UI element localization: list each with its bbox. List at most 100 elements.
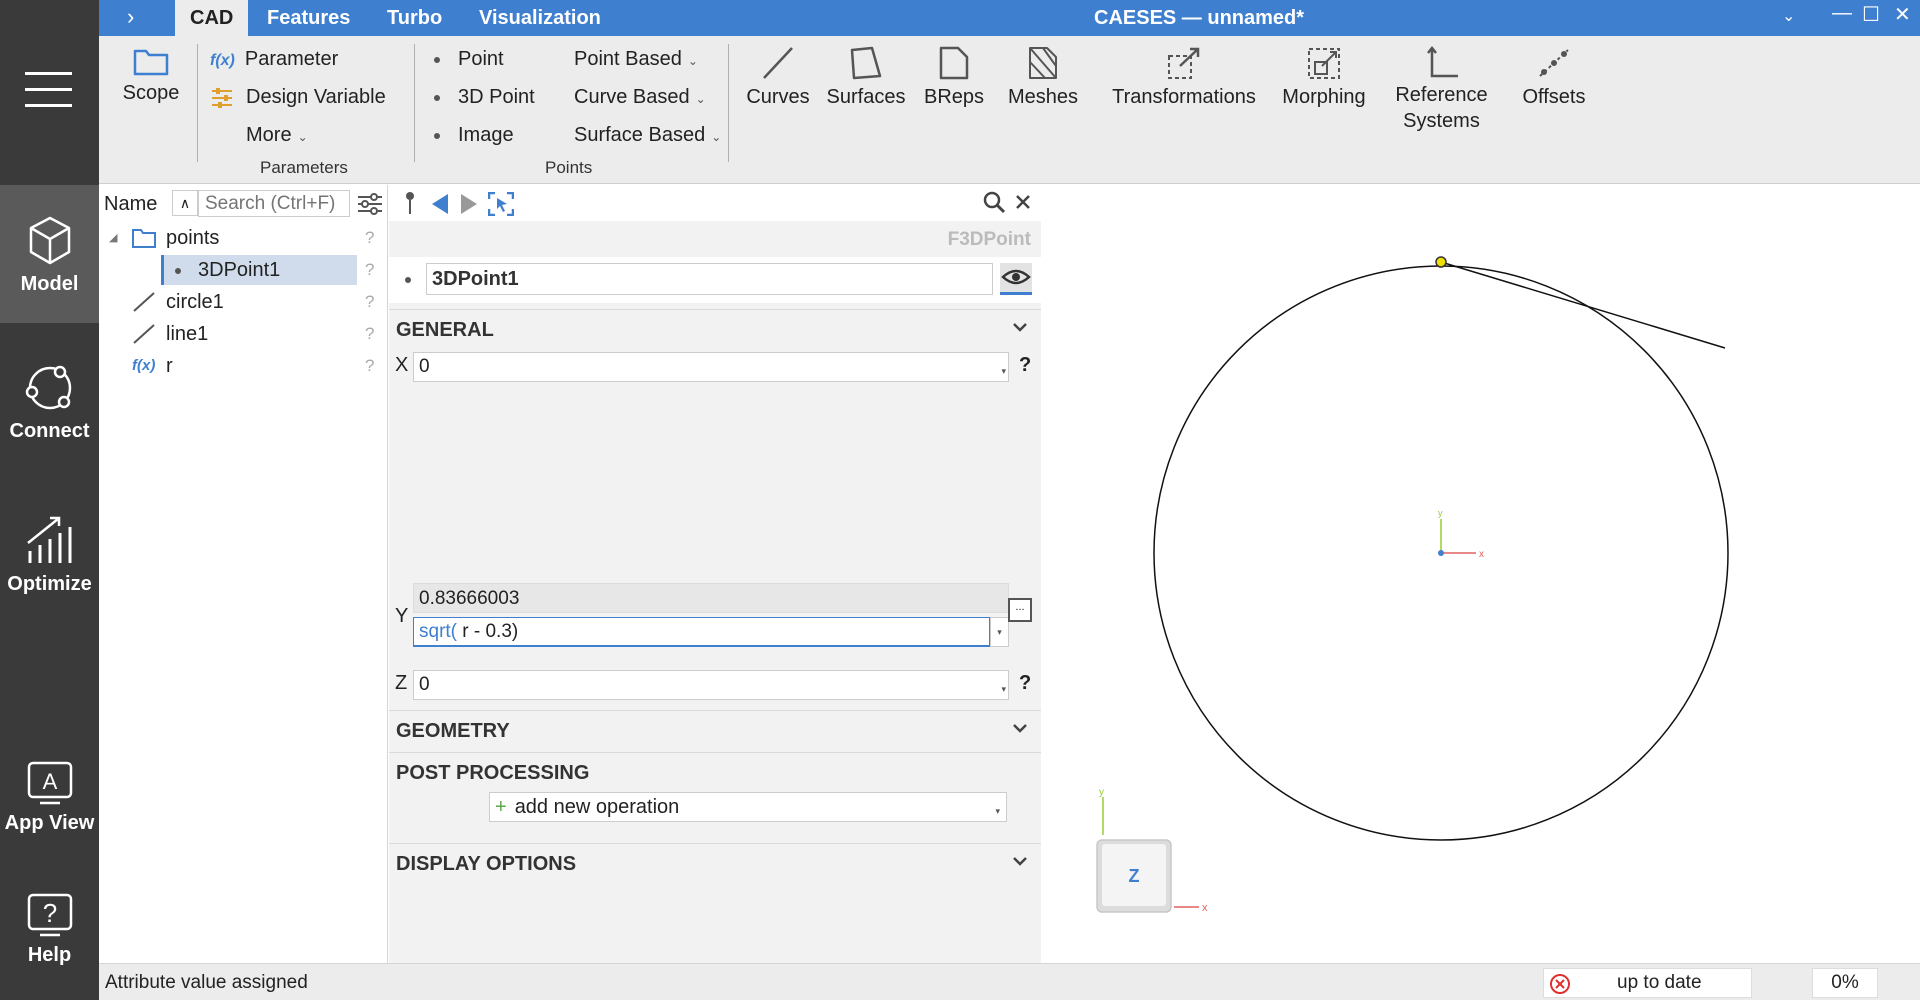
sidebar-item-connect[interactable]: Connect — [0, 340, 99, 478]
chevron-right-icon[interactable]: › — [127, 4, 134, 30]
close-icon[interactable] — [1015, 194, 1031, 210]
object-name-field[interactable] — [426, 263, 993, 295]
select-in-view-icon[interactable] — [488, 192, 514, 216]
viewport-canvas[interactable]: y x y x Z — [1042, 185, 1920, 963]
x-value-field[interactable]: 0 ▾ — [413, 352, 1009, 382]
hamburger-menu-icon[interactable] — [25, 72, 72, 108]
fx-icon: f(x) — [210, 52, 235, 69]
tree-item-r[interactable]: f(x) r ? — [99, 351, 387, 381]
tree-collapse-icon[interactable]: ◢ — [109, 223, 117, 253]
tab-features[interactable]: Features — [252, 0, 365, 36]
tab-cad[interactable]: CAD — [175, 0, 249, 36]
tree-item-points[interactable]: ◢ points ? — [99, 223, 387, 253]
chevron-down-icon[interactable] — [1011, 318, 1029, 336]
curves-button[interactable]: Curves — [739, 46, 817, 109]
tree-item-3dpoint1[interactable]: 3DPoint1 ? — [99, 255, 387, 285]
expression-editor-button[interactable]: ... — [1008, 598, 1032, 622]
breps-button[interactable]: BReps — [922, 46, 986, 109]
more-dropdown[interactable]: More ⌄ — [246, 124, 308, 147]
close-button[interactable]: ✕ — [1894, 2, 1911, 27]
divider — [728, 44, 729, 162]
help-icon[interactable]: ? — [365, 223, 374, 253]
chevron-down-icon[interactable]: ▾ — [1001, 357, 1006, 385]
curve-icon — [133, 324, 155, 344]
help-icon[interactable]: ? — [365, 255, 374, 285]
visibility-toggle[interactable] — [1000, 263, 1032, 295]
properties-panel: F3DPoint GENERAL X 0 ▾ ? Y 0.83666003 sq… — [389, 185, 1041, 963]
chevron-down-icon[interactable]: ▾ — [990, 617, 1009, 647]
chevron-down-icon[interactable]: ⌄ — [1782, 6, 1795, 26]
sidebar-item-optimize[interactable]: Optimize — [0, 495, 99, 633]
tab-visualization[interactable]: Visualization — [464, 0, 616, 36]
point-based-dropdown[interactable]: Point Based ⌄ — [574, 48, 698, 71]
help-icon[interactable]: ? — [365, 287, 374, 317]
origin-y-label: y — [1438, 508, 1443, 518]
offsets-button[interactable]: Offsets — [1509, 46, 1599, 109]
3d-viewport[interactable]: y x y x Z — [1042, 185, 1920, 963]
status-message: Attribute value assigned — [105, 972, 308, 993]
help-icon[interactable]: ? — [1019, 354, 1031, 377]
curve-icon — [133, 292, 155, 312]
chevron-down-icon[interactable]: ▾ — [1001, 675, 1006, 703]
transformations-button[interactable]: Transformations — [1104, 46, 1264, 109]
parameter-button[interactable]: f(x) Parameter — [210, 48, 338, 71]
sidebar-item-app-view[interactable]: A App View — [0, 740, 99, 878]
point-icon — [434, 132, 440, 139]
forward-arrow-icon[interactable] — [460, 193, 478, 215]
help-icon[interactable]: ? — [365, 319, 374, 349]
z-value-field[interactable]: 0 ▾ — [413, 670, 1009, 700]
add-operation-dropdown[interactable]: + add new operation ▾ — [489, 792, 1007, 822]
y-result-display: 0.83666003 — [413, 583, 1009, 613]
y-expression-field[interactable]: sqrt( r - 0.3) — [413, 617, 990, 647]
point-icon — [434, 94, 440, 101]
update-status-label: up to date — [1617, 972, 1702, 993]
pin-icon[interactable] — [404, 191, 416, 215]
chevron-down-icon[interactable] — [1011, 719, 1029, 737]
chevron-down-icon[interactable]: ▾ — [995, 797, 1000, 825]
sidebar-item-model[interactable]: Model — [0, 185, 99, 323]
filter-settings-icon[interactable] — [357, 193, 383, 215]
maximize-button[interactable]: ☐ — [1862, 2, 1880, 27]
surfaces-button[interactable]: Surfaces — [824, 46, 908, 109]
morphing-button[interactable]: Morphing — [1277, 46, 1371, 109]
section-geometry[interactable]: GEOMETRY — [389, 710, 1041, 750]
3d-point-button[interactable]: 3D Point — [434, 86, 535, 109]
z-label: Z — [395, 672, 408, 694]
search-input[interactable] — [198, 190, 350, 217]
tree-item-circle1[interactable]: circle1 ? — [99, 287, 387, 317]
reference-systems-button[interactable]: Reference Systems — [1384, 46, 1499, 134]
tree-item-label: line1 — [166, 323, 209, 345]
plus-icon: + — [495, 796, 507, 818]
design-variable-button[interactable]: Design Variable — [210, 86, 386, 109]
tree-item-line1[interactable]: line1 ? — [99, 319, 387, 349]
tab-turbo[interactable]: Turbo — [372, 0, 457, 36]
axes-icon — [1426, 46, 1458, 78]
sidebar-item-label: Optimize — [7, 573, 92, 595]
point-button[interactable]: Point — [434, 48, 504, 71]
divider — [414, 44, 415, 162]
curve-based-dropdown[interactable]: Curve Based ⌄ — [574, 86, 706, 109]
scope-button[interactable]: Scope — [121, 46, 181, 105]
sidebar-item-help[interactable]: ? Help — [0, 878, 99, 1000]
chevron-down-icon[interactable] — [1011, 852, 1029, 870]
help-icon[interactable]: ? — [365, 351, 374, 381]
tree-header-name: Name — [104, 193, 158, 215]
section-general[interactable]: GENERAL — [389, 309, 1041, 349]
line1-curve[interactable] — [1440, 261, 1726, 349]
image-button[interactable]: Image — [434, 124, 514, 147]
progress-indicator: 0% — [1812, 968, 1878, 998]
search-icon[interactable] — [982, 190, 1006, 214]
back-arrow-icon[interactable] — [431, 193, 449, 215]
view-cube-z-face[interactable]: Z — [1129, 866, 1140, 886]
update-status[interactable]: up to date — [1543, 968, 1752, 998]
view-cube[interactable]: Z — [1096, 839, 1172, 913]
help-icon[interactable]: ? — [1019, 672, 1031, 695]
surface-based-dropdown[interactable]: Surface Based ⌄ — [574, 124, 721, 147]
minimize-button[interactable]: — — [1832, 2, 1852, 25]
sort-ascending-icon[interactable]: ∧ — [172, 190, 198, 216]
section-display-options[interactable]: DISPLAY OPTIONS — [389, 843, 1041, 883]
morph-icon — [1308, 48, 1340, 79]
meshes-button[interactable]: Meshes — [1004, 46, 1082, 109]
function-token: sqrt( — [419, 621, 457, 642]
3dpoint1-marker[interactable] — [1435, 256, 1447, 268]
